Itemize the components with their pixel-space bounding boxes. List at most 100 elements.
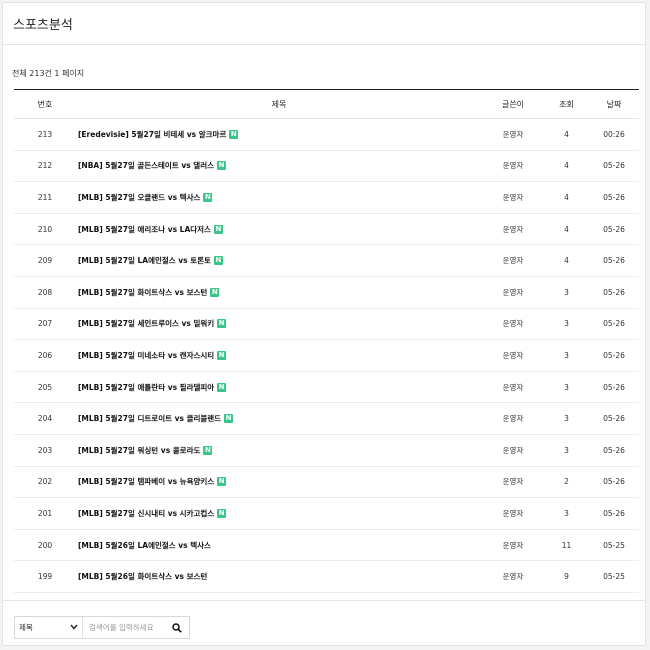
search-field-select[interactable]: 제목: [15, 617, 83, 638]
post-num: 209: [14, 244, 76, 277]
table-row: 213 [Eredevisie] 5월27일 비테세 vs 알크마르 N 운영자 4 00…: [14, 118, 639, 151]
table-row: 205 [MLB] 5월27일 애틀란타 vs 필라델피아 N 운영자 3 05-26: [14, 371, 639, 404]
table-row: 210 [MLB] 5월27일 애리조나 vs LA다저스 N 운영자 4 05-26: [14, 213, 639, 246]
header-num: 번호: [14, 89, 76, 119]
post-date: 05-26: [589, 150, 639, 183]
post-title-cell: [MLB] 5월27일 오클랜드 vs 텍사스 N: [76, 181, 482, 214]
post-views: 9: [544, 560, 589, 593]
post-title-cell: [MLB] 5월27일 워싱턴 vs 콜로라도 N: [76, 434, 482, 467]
page-title: 스포츠분석: [13, 18, 73, 33]
search-form: 제목: [14, 616, 190, 639]
post-title-link[interactable]: [MLB] 5월26일 화이트삭스 vs 보스턴: [78, 572, 207, 581]
post-date: 05-26: [589, 276, 639, 309]
table-row: 209 [MLB] 5월27일 LA에인절스 vs 토론토 N 운영자 4 05-26: [14, 244, 639, 277]
header-date: 날짜: [589, 89, 639, 119]
post-num: 200: [14, 529, 76, 562]
post-title-cell: [MLB] 5월26일 LA에인절스 vs 텍사스: [76, 529, 482, 562]
post-date: 05-26: [589, 181, 639, 214]
post-title-link[interactable]: [MLB] 5월27일 워싱턴 vs 콜로라도: [78, 446, 200, 455]
post-num: 211: [14, 181, 76, 214]
post-title-link[interactable]: [Eredevisie] 5월27일 비테세 vs 알크마르: [78, 130, 226, 139]
post-title-cell: [MLB] 5월27일 LA에인절스 vs 토론토 N: [76, 244, 482, 277]
post-author: 운영자: [482, 466, 544, 499]
post-title-link[interactable]: [MLB] 5월27일 탬파베이 vs 뉴욕양키스: [78, 477, 214, 486]
new-badge: N: [203, 192, 213, 202]
post-date: 05-26: [589, 402, 639, 435]
table-row: 202 [MLB] 5월27일 탬파베이 vs 뉴욕양키스 N 운영자 2 05-26: [14, 466, 639, 499]
post-title-link[interactable]: [MLB] 5월27일 디트로이트 vs 클리블랜드: [78, 414, 221, 423]
new-badge: N: [229, 129, 239, 139]
post-num: 204: [14, 402, 76, 435]
post-date: 05-25: [589, 529, 639, 562]
post-num: 206: [14, 339, 76, 372]
header-views: 조회: [544, 89, 589, 119]
table-row: 211 [MLB] 5월27일 오클랜드 vs 텍사스 N 운영자 4 05-26: [14, 181, 639, 214]
post-views: 3: [544, 339, 589, 372]
post-date: 05-26: [589, 497, 639, 530]
new-badge: N: [217, 350, 227, 360]
post-title-cell: [MLB] 5월27일 미네소타 vs 캔자스시티 N: [76, 339, 482, 372]
search-input[interactable]: [83, 617, 165, 638]
post-views: 3: [544, 434, 589, 467]
search-button[interactable]: [165, 617, 189, 638]
post-title-cell: [MLB] 5월27일 애리조나 vs LA다저스 N: [76, 213, 482, 246]
post-author: 운영자: [482, 213, 544, 246]
new-badge: N: [213, 224, 223, 234]
post-title-link[interactable]: [MLB] 5월27일 애리조나 vs LA다저스: [78, 225, 211, 234]
post-date: 05-26: [589, 308, 639, 341]
table-row: 203 [MLB] 5월27일 워싱턴 vs 콜로라도 N 운영자 3 05-26: [14, 434, 639, 467]
table-row: 200 [MLB] 5월26일 LA에인절스 vs 텍사스 운영자 11 05-25: [14, 529, 639, 562]
post-title-link[interactable]: [NBA] 5월27일 골든스테이트 vs 댈러스: [78, 161, 214, 170]
search-field-selected: 제목: [19, 623, 33, 632]
post-num: 202: [14, 466, 76, 499]
new-badge: N: [217, 319, 227, 329]
header-title: 제목: [76, 89, 482, 119]
footer-divider: [3, 600, 645, 601]
header-author: 글쓴이: [482, 89, 544, 119]
post-date: 05-26: [589, 434, 639, 467]
post-date: 05-26: [589, 244, 639, 277]
search-icon: [172, 618, 182, 637]
post-num: 203: [14, 434, 76, 467]
post-author: 운영자: [482, 402, 544, 435]
table-row: 201 [MLB] 5월27일 신시내티 vs 시카고컵스 N 운영자 3 05-26: [14, 497, 639, 530]
post-title-cell: [MLB] 5월26일 화이트삭스 vs 보스턴: [76, 560, 482, 593]
post-num: 205: [14, 371, 76, 404]
post-date: 00:26: [589, 118, 639, 151]
chevron-down-icon: [70, 624, 78, 632]
post-title-cell: [NBA] 5월27일 골든스테이트 vs 댈러스 N: [76, 150, 482, 183]
post-views: 4: [544, 213, 589, 246]
post-title-link[interactable]: [MLB] 5월27일 오클랜드 vs 텍사스: [78, 193, 200, 202]
post-author: 운영자: [482, 118, 544, 151]
post-author: 운영자: [482, 150, 544, 183]
new-badge: N: [217, 508, 227, 518]
post-date: 05-26: [589, 371, 639, 404]
post-views: 4: [544, 118, 589, 151]
post-count-summary: 전체 213건 1 페이지: [12, 69, 85, 78]
post-num: 199: [14, 560, 76, 593]
post-views: 3: [544, 308, 589, 341]
table-row: 206 [MLB] 5월27일 미네소타 vs 캔자스시티 N 운영자 3 05-26: [14, 339, 639, 372]
post-num: 210: [14, 213, 76, 246]
post-num: 201: [14, 497, 76, 530]
post-title-link[interactable]: [MLB] 5월27일 LA에인절스 vs 토론토: [78, 256, 211, 265]
post-title-cell: [Eredevisie] 5월27일 비테세 vs 알크마르 N: [76, 118, 482, 151]
post-title-link[interactable]: [MLB] 5월27일 미네소타 vs 캔자스시티: [78, 351, 214, 360]
new-badge: N: [213, 256, 223, 266]
post-title-link[interactable]: [MLB] 5월27일 신시내티 vs 시카고컵스: [78, 509, 214, 518]
post-author: 운영자: [482, 434, 544, 467]
post-title-link[interactable]: [MLB] 5월27일 애틀란타 vs 필라델피아: [78, 383, 214, 392]
post-author: 운영자: [482, 308, 544, 341]
post-date: 05-26: [589, 339, 639, 372]
post-title-link[interactable]: [MLB] 5월26일 LA에인절스 vs 텍사스: [78, 541, 211, 550]
post-date: 05-25: [589, 560, 639, 593]
post-title-cell: [MLB] 5월27일 애틀란타 vs 필라델피아 N: [76, 371, 482, 404]
post-author: 운영자: [482, 529, 544, 562]
table-row: 204 [MLB] 5월27일 디트로이트 vs 클리블랜드 N 운영자 3 05-26: [14, 402, 639, 435]
table-row: 199 [MLB] 5월26일 화이트삭스 vs 보스턴 운영자 9 05-25: [14, 560, 639, 593]
post-author: 운영자: [482, 560, 544, 593]
post-num: 207: [14, 308, 76, 341]
post-title-link[interactable]: [MLB] 5월27일 화이트삭스 vs 보스턴: [78, 288, 207, 297]
post-author: 운영자: [482, 371, 544, 404]
post-title-link[interactable]: [MLB] 5월27일 세인트루이스 vs 밀워키: [78, 319, 214, 328]
